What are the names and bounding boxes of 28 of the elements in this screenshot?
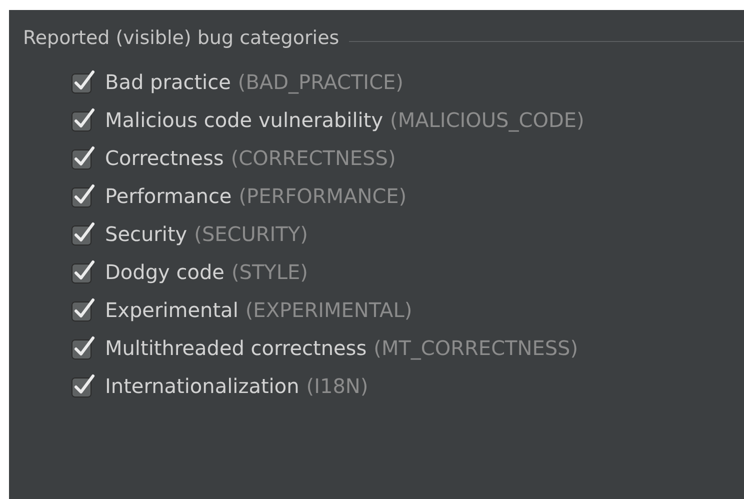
checkbox-label[interactable]: Malicious code vulnerability — [105, 104, 384, 134]
checkbox[interactable] — [71, 146, 95, 170]
category-code: (CORRECTNESS) — [230, 144, 396, 172]
category-code: (BAD_PRACTICE) — [238, 68, 404, 96]
checkbox-label[interactable]: Multithreaded correctness — [105, 332, 367, 362]
checkbox-label[interactable]: Experimental — [105, 294, 238, 324]
category-code: (MT_CORRECTNESS) — [374, 334, 578, 362]
checkbox[interactable] — [71, 374, 95, 398]
group-title: Reported (visible) bug categories — [23, 26, 340, 51]
checkbox[interactable] — [71, 298, 95, 322]
category-code: (STYLE) — [231, 258, 308, 286]
category-code: (SECURITY) — [194, 220, 308, 248]
checkbox-label[interactable]: Performance — [105, 180, 232, 210]
checkbox-label[interactable]: Security — [105, 218, 188, 248]
checkbox[interactable] — [71, 108, 95, 132]
category-code: (I18N) — [306, 372, 368, 400]
checkbox[interactable] — [71, 222, 95, 246]
checkbox[interactable] — [71, 70, 95, 94]
category-code: (EXPERIMENTAL) — [245, 296, 412, 324]
checkbox-label[interactable]: Correctness — [105, 142, 224, 172]
category-code: (MALICIOUS_CODE) — [390, 106, 584, 134]
checkbox-label[interactable]: Internationalization — [105, 370, 300, 400]
checkbox[interactable] — [71, 336, 95, 360]
checkbox[interactable] — [71, 260, 95, 284]
category-code: (PERFORMANCE) — [238, 182, 407, 210]
checkbox-label[interactable]: Bad practice — [105, 66, 231, 96]
checkbox-label[interactable]: Dodgy code — [105, 256, 224, 286]
checkbox[interactable] — [71, 184, 95, 208]
